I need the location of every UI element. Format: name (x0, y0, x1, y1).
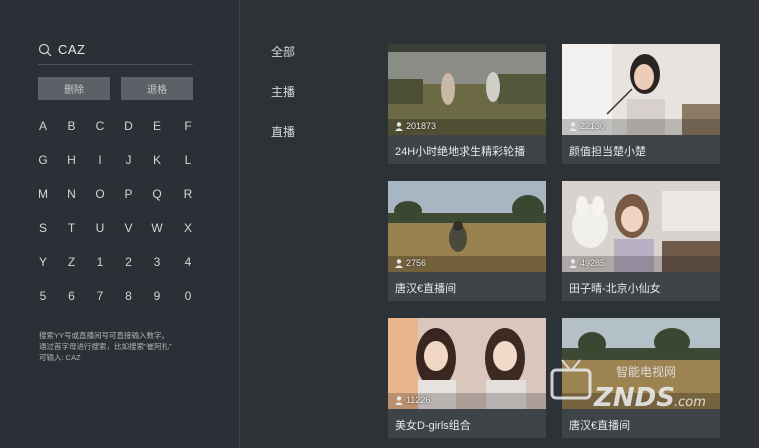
key-p[interactable]: P (116, 184, 142, 204)
viewer-count: 201873 (395, 121, 436, 131)
key-0[interactable]: 0 (175, 286, 201, 306)
card-title: 24H小时绝地求生精彩轮播 (395, 146, 526, 158)
key-b[interactable]: B (59, 116, 85, 136)
viewer-count-value: 22130 (580, 121, 606, 131)
card-title: 田子晴-北京小仙女 (569, 283, 661, 295)
card-title: 唐汉€直播间 (395, 283, 457, 295)
znds-watermark-logo: 智能电视网 ZNDS .com (550, 359, 706, 413)
person-icon (395, 258, 403, 268)
key-r[interactable]: R (175, 184, 201, 204)
key-m[interactable]: M (30, 184, 56, 204)
category-anchor[interactable]: 主播 (271, 83, 295, 100)
key-s[interactable]: S (30, 218, 56, 238)
key-w[interactable]: W (144, 218, 170, 238)
watermark-suffix: .com (674, 395, 706, 410)
viewer-count: 49285 (569, 258, 605, 268)
card-title: 唐汉€直播间 (569, 420, 631, 432)
key-c[interactable]: C (87, 116, 113, 136)
key-y[interactable]: Y (30, 252, 56, 272)
viewer-count: 11226 (395, 395, 430, 405)
person-icon (569, 121, 577, 131)
person-icon (569, 258, 577, 268)
key-1[interactable]: 1 (87, 252, 113, 272)
key-e[interactable]: E (144, 116, 170, 136)
key-l[interactable]: L (175, 150, 201, 170)
key-x[interactable]: X (175, 218, 201, 238)
person-icon (395, 121, 403, 131)
key-j[interactable]: J (116, 150, 142, 170)
key-q[interactable]: Q (144, 184, 170, 204)
card-title: 美女D-girls组合 (395, 420, 471, 432)
viewer-count-value: 2756 (406, 258, 427, 268)
key-n[interactable]: N (59, 184, 85, 204)
key-2[interactable]: 2 (116, 252, 142, 272)
search-input[interactable]: CAZ (38, 40, 193, 64)
key-o[interactable]: O (87, 184, 113, 204)
viewer-count: 2756 (395, 258, 426, 268)
viewer-count-value: 201873 (406, 121, 437, 131)
key-7[interactable]: 7 (87, 286, 113, 306)
key-4[interactable]: 4 (175, 252, 201, 272)
category-all[interactable]: 全部 (271, 43, 295, 60)
key-v[interactable]: V (116, 218, 142, 238)
key-3[interactable]: 3 (144, 252, 170, 272)
search-query: CAZ (58, 42, 86, 57)
category-panel (240, 0, 368, 448)
viewer-count: 22130 (569, 121, 605, 131)
result-card[interactable]: 49285 田子晴-北京小仙女 (562, 181, 720, 301)
result-card[interactable]: 201873 24H小时绝地求生精彩轮播 (388, 44, 546, 164)
hint-line: 搜索YY号或直播间号可直接输入数字。 (39, 331, 170, 340)
result-card[interactable]: 2756 唐汉€直播间 (388, 181, 546, 301)
key-d[interactable]: D (116, 116, 142, 136)
key-i[interactable]: I (87, 150, 113, 170)
key-t[interactable]: T (59, 218, 85, 238)
card-title: 颜值担当楚小楚 (569, 146, 646, 158)
key-f[interactable]: F (175, 116, 201, 136)
viewer-count-value: 49285 (580, 258, 606, 268)
search-underline (38, 64, 193, 65)
watermark-brand: ZNDS (593, 383, 675, 413)
key-k[interactable]: K (144, 150, 170, 170)
key-a[interactable]: A (30, 116, 56, 136)
key-6[interactable]: 6 (59, 286, 85, 306)
delete-button[interactable]: 删除 (38, 77, 110, 100)
hint-line: 通过首字母进行搜索，比如搜索"崔阿扎" (39, 342, 172, 351)
viewer-count-value: 11226 (406, 395, 431, 405)
key-u[interactable]: U (87, 218, 113, 238)
key-5[interactable]: 5 (30, 286, 56, 306)
key-g[interactable]: G (30, 150, 56, 170)
key-9[interactable]: 9 (144, 286, 170, 306)
category-live[interactable]: 直播 (271, 123, 295, 140)
person-icon (395, 395, 403, 405)
result-card[interactable]: 22130 颜值担当楚小楚 (562, 44, 720, 164)
watermark-top: 智能电视网 (616, 364, 676, 379)
key-8[interactable]: 8 (116, 286, 142, 306)
hint-line: 可输入: CAZ (39, 353, 81, 362)
result-card[interactable]: 11226 美女D-girls组合 (388, 318, 546, 438)
search-icon (38, 43, 52, 57)
key-h[interactable]: H (59, 150, 85, 170)
search-hint: 搜索YY号或直播间号可直接输入数字。 通过首字母进行搜索，比如搜索"崔阿扎" 可… (39, 330, 172, 363)
backspace-button[interactable]: 退格 (121, 77, 193, 100)
key-z[interactable]: Z (59, 252, 85, 272)
